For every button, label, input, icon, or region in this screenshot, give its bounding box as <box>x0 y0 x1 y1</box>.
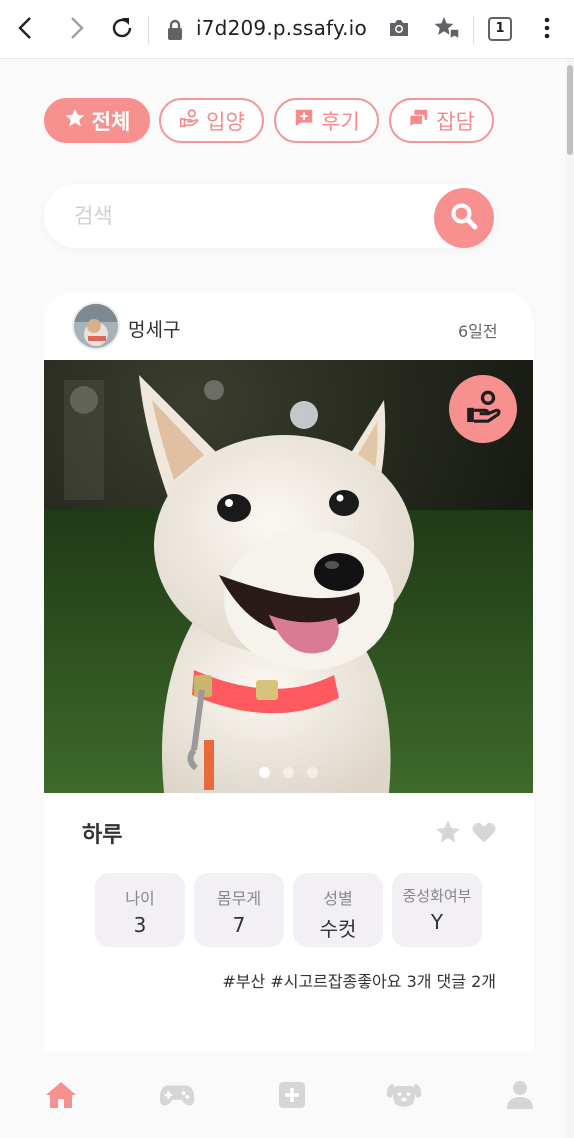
search-icon <box>449 201 479 235</box>
dog-icon[interactable] <box>386 1077 422 1113</box>
toolbar-divider <box>148 16 149 44</box>
carousel-dot[interactable] <box>259 767 270 778</box>
info-label: 나이 <box>125 889 155 908</box>
info-value: 수컷 <box>319 917 357 941</box>
chip-label: 입양 <box>206 109 245 134</box>
post-time: 6일전 <box>458 322 498 341</box>
category-chip-review[interactable]: 후기 <box>274 98 379 143</box>
info-weight: 몸무게 7 <box>194 873 284 947</box>
heart-icon[interactable] <box>470 818 498 846</box>
avatar[interactable] <box>72 302 120 350</box>
info-value: 7 <box>232 913 246 937</box>
info-neutered: 중성화여부 Y <box>392 873 482 947</box>
browser-toolbar: i7d209.p.ssafy.io 1 <box>0 0 574 59</box>
toolbar-divider <box>473 16 474 44</box>
back-icon[interactable] <box>12 14 40 42</box>
hand-giving-icon <box>178 107 200 134</box>
home-icon[interactable] <box>43 1077 79 1113</box>
chip-label: 후기 <box>321 109 360 134</box>
chat-plus-icon <box>293 107 315 134</box>
plus-square-icon[interactable] <box>274 1077 310 1113</box>
chip-label: 전체 <box>91 109 131 134</box>
category-chip-all[interactable]: 전체 <box>44 98 150 143</box>
author-name[interactable]: 멍세구 <box>128 315 180 342</box>
more-menu-icon[interactable] <box>533 14 561 42</box>
user-icon[interactable] <box>502 1077 538 1113</box>
gamepad-icon[interactable] <box>159 1077 195 1113</box>
info-value: Y <box>430 910 444 934</box>
bookmark-star-icon[interactable] <box>433 14 461 42</box>
chip-label: 잡담 <box>436 109 475 134</box>
camera-icon[interactable] <box>385 14 413 42</box>
info-value: 3 <box>133 913 147 937</box>
reload-icon[interactable] <box>108 14 136 42</box>
carousel-dot[interactable] <box>283 767 294 778</box>
search-button[interactable] <box>434 188 494 248</box>
page-scrollbar[interactable] <box>566 59 574 1138</box>
pet-name: 하루 <box>82 823 123 848</box>
tab-switcher-button[interactable]: 1 <box>488 17 512 41</box>
info-age: 나이 3 <box>95 873 185 947</box>
info-label: 몸무게 <box>216 889 262 908</box>
star-icon[interactable] <box>434 818 462 846</box>
category-chip-chat[interactable]: 잡담 <box>389 98 494 143</box>
star-icon <box>64 107 86 134</box>
info-label: 중성화여부 <box>402 887 472 905</box>
forward-icon[interactable] <box>62 14 90 42</box>
search-input[interactable] <box>74 200 414 232</box>
lock-icon[interactable] <box>166 19 186 41</box>
info-label: 성별 <box>323 889 353 908</box>
post-tags-stats[interactable]: #부산 #시고르잡종좋아요 3개 댓글 2개 <box>222 968 496 992</box>
adopt-badge <box>449 375 517 443</box>
search-bar <box>44 184 496 248</box>
category-chip-adopt[interactable]: 입양 <box>159 98 264 143</box>
address-bar-url[interactable]: i7d209.p.ssafy.io <box>196 16 367 40</box>
carousel-dot[interactable] <box>307 767 318 778</box>
scrollbar-thumb[interactable] <box>567 65 573 155</box>
chat-bubbles-icon <box>408 107 430 134</box>
info-sex: 성별 수컷 <box>293 873 383 947</box>
hand-giving-icon <box>463 387 503 431</box>
